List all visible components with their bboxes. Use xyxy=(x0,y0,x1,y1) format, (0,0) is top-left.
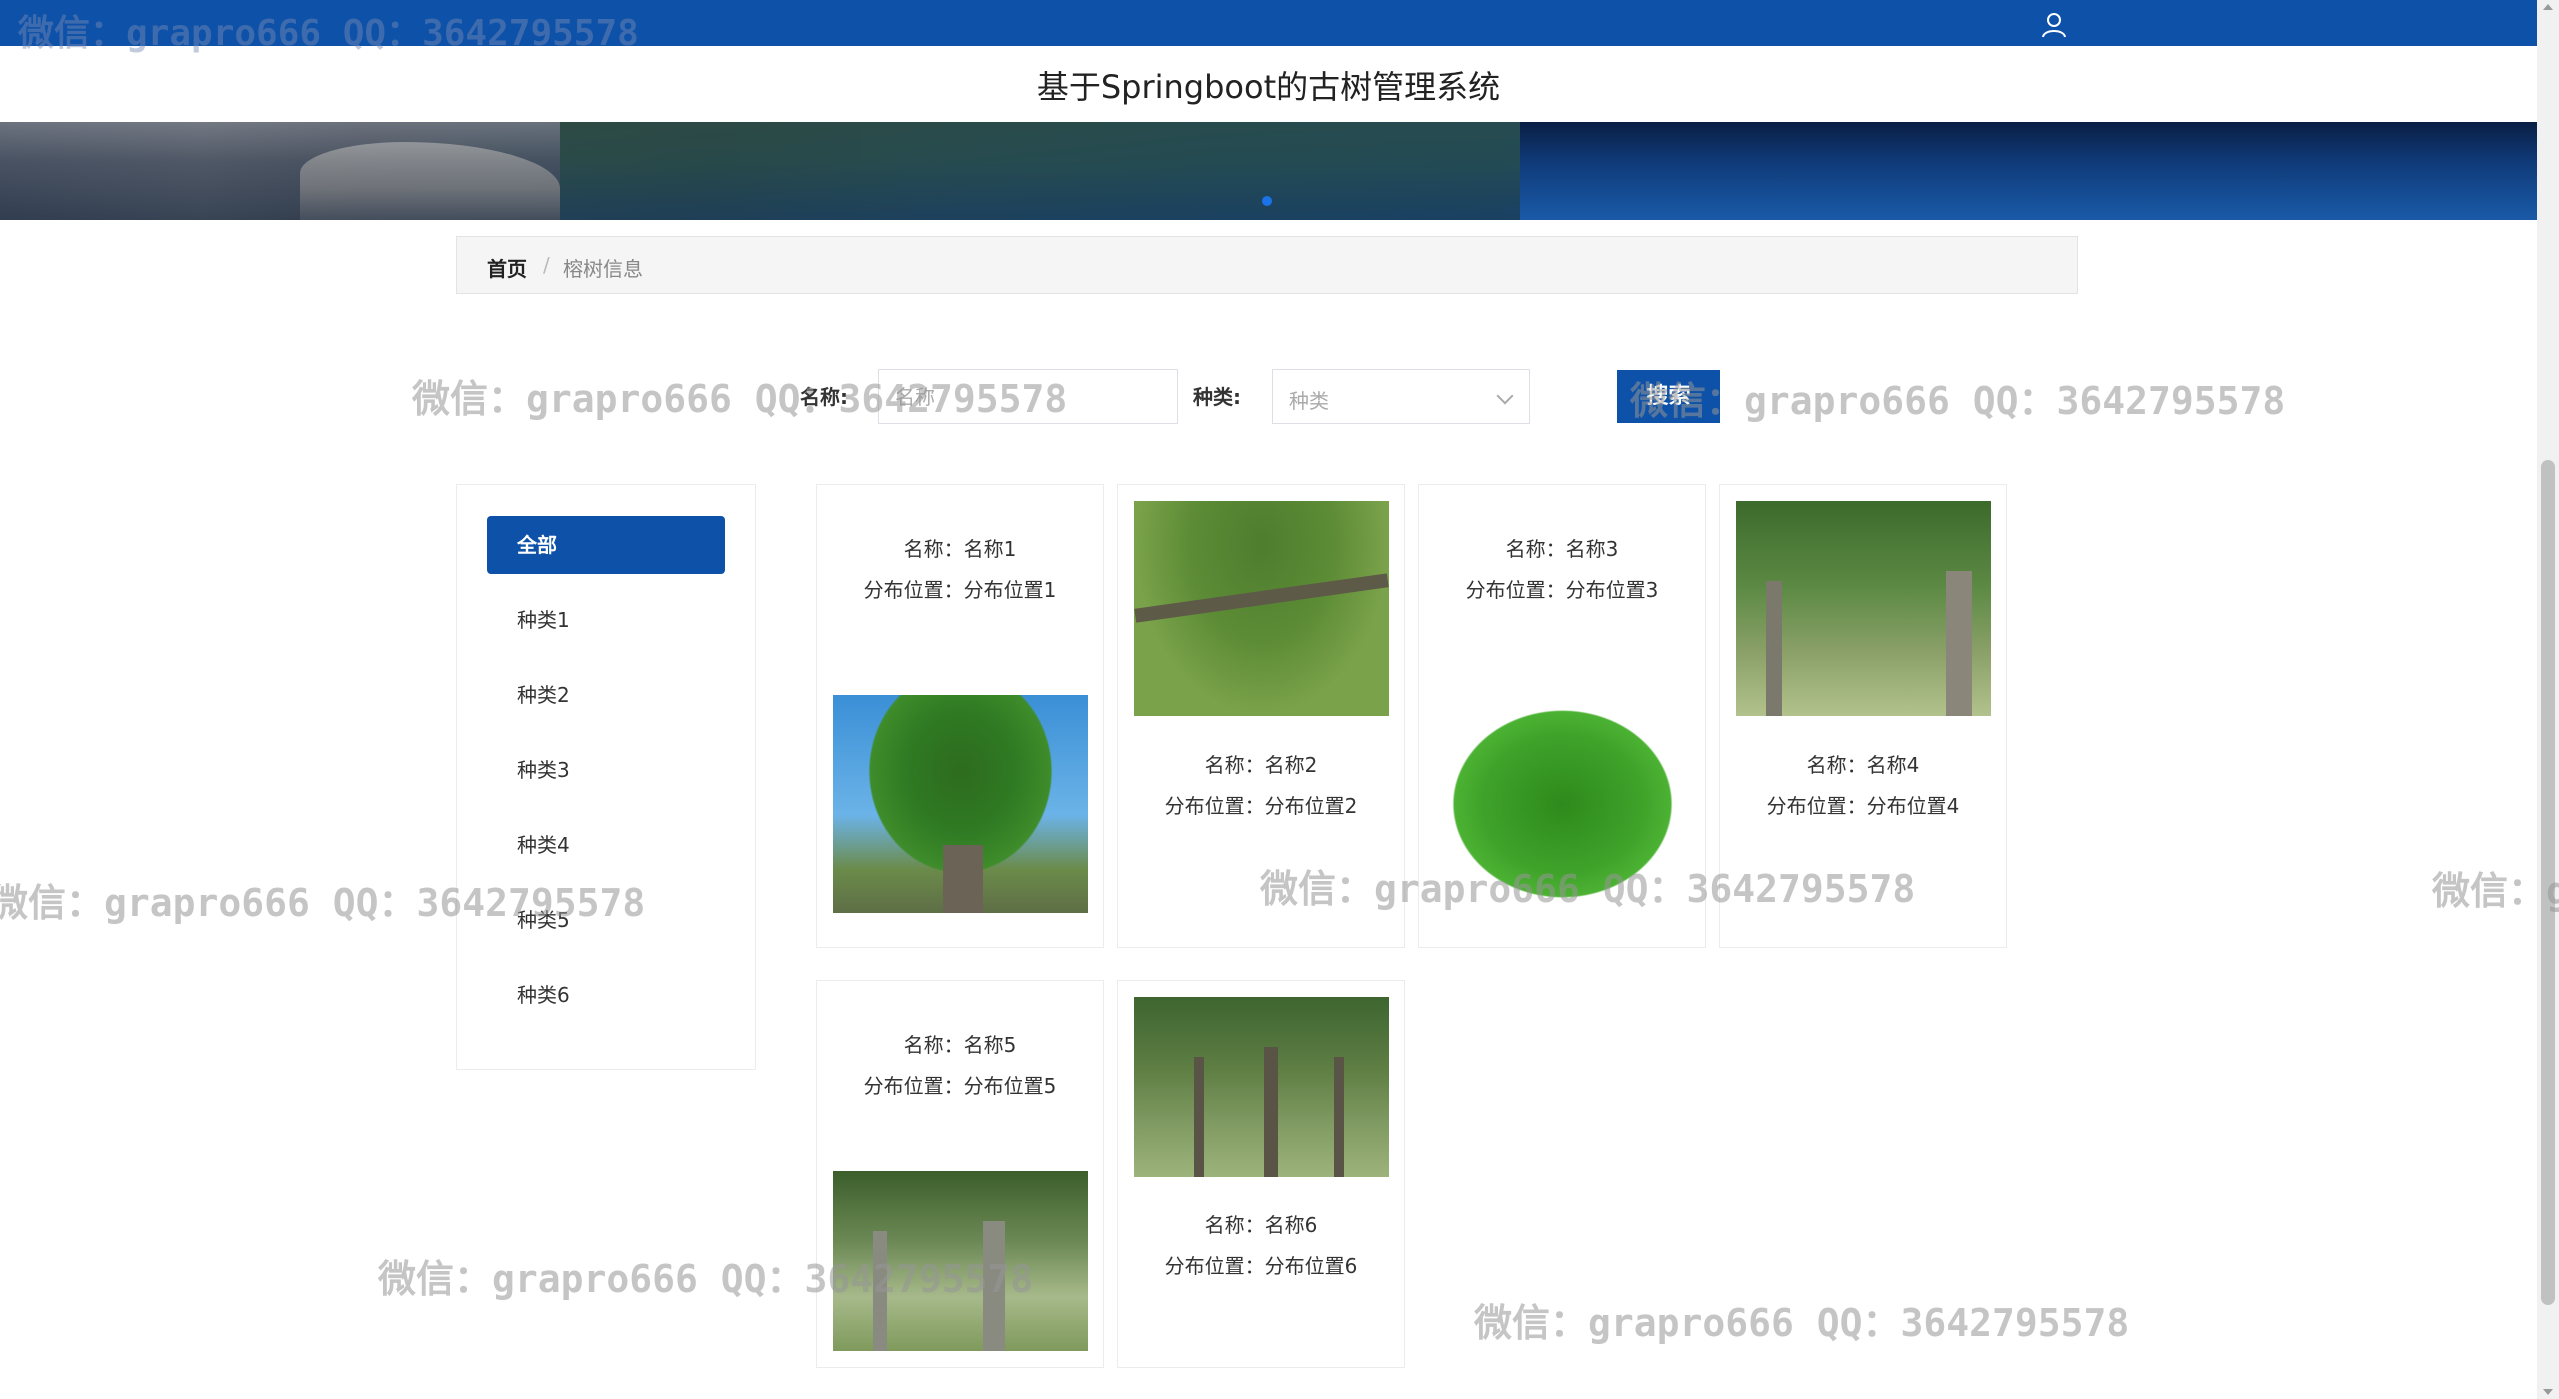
card-location: 分布位置：分布位置5 xyxy=(863,1074,1057,1098)
tree-card-1[interactable]: 名称：名称1 分布位置：分布位置1 xyxy=(816,484,1104,948)
watermark: 微信：grapro666 QQ：3642795578 xyxy=(2432,869,2559,913)
card-name: 名称：名称1 xyxy=(903,537,1017,561)
user-icon[interactable] xyxy=(2040,12,2068,38)
card-location: 分布位置：分布位置2 xyxy=(1164,794,1358,818)
banner-image-lake xyxy=(1520,122,2537,220)
breadcrumb-current: 榕树信息 xyxy=(563,257,643,281)
chevron-down-icon xyxy=(1496,387,1514,405)
breadcrumb: 首页 / 榕树信息 xyxy=(456,236,2078,294)
card-name: 名称：名称5 xyxy=(903,1033,1017,1057)
tree-image[interactable] xyxy=(833,695,1088,913)
title-bar: 基于Springboot的古树管理系统 xyxy=(0,46,2537,122)
scroll-down-arrow-icon[interactable] xyxy=(2543,1389,2553,1395)
tree-image[interactable] xyxy=(1736,501,1991,716)
card-name: 名称：名称3 xyxy=(1505,537,1619,561)
watermark: 微信：grapro666 QQ：3642795578 xyxy=(1630,379,2286,423)
page-scrollbar[interactable] xyxy=(2537,0,2559,1399)
card-name: 名称：名称6 xyxy=(1204,1213,1318,1237)
sidebar-item-type4[interactable]: 种类4 xyxy=(487,816,725,874)
sidebar-item-all[interactable]: 全部 xyxy=(487,516,725,574)
scroll-up-arrow-icon[interactable] xyxy=(2543,4,2553,10)
sidebar-item-type1[interactable]: 种类1 xyxy=(487,591,725,649)
card-location: 分布位置：分布位置6 xyxy=(1164,1254,1358,1278)
type-select[interactable]: 种类 xyxy=(1272,369,1530,424)
watermark: 微信：grapro666 QQ：3642795578 xyxy=(1474,1301,2130,1345)
tree-image[interactable] xyxy=(1134,501,1389,716)
type-select-placeholder: 种类 xyxy=(1289,389,1329,413)
type-label: 种类: xyxy=(1193,385,1241,409)
sidebar-item-type3[interactable]: 种类3 xyxy=(487,741,725,799)
watermark: 微信：grapro666 QQ：3642795578 xyxy=(412,377,1068,421)
sidebar-item-type6[interactable]: 种类6 xyxy=(487,966,725,1024)
card-location: 分布位置：分布位置1 xyxy=(863,578,1057,602)
breadcrumb-home[interactable]: 首页 xyxy=(487,253,527,282)
card-location: 分布位置：分布位置4 xyxy=(1766,794,1960,818)
card-location: 分布位置：分布位置3 xyxy=(1465,578,1659,602)
site-title: 基于Springboot的古树管理系统 xyxy=(1036,68,1501,106)
tree-card-5[interactable]: 名称：名称5 分布位置：分布位置5 xyxy=(816,980,1104,1368)
carousel-indicator[interactable] xyxy=(1262,196,1272,206)
sidebar-item-type2[interactable]: 种类2 xyxy=(487,666,725,724)
breadcrumb-separator: / xyxy=(543,253,550,277)
watermark: 微信：grapro666 QQ：3642795578 xyxy=(18,13,639,54)
tree-image[interactable] xyxy=(1134,997,1389,1177)
card-name: 名称：名称4 xyxy=(1806,753,1920,777)
banner-carousel[interactable] xyxy=(0,122,2537,220)
banner-image-trees xyxy=(560,122,1520,220)
watermark: 微信：grapro666 QQ：3642795578 xyxy=(0,881,646,925)
watermark: 微信：grapro666 QQ：3642795578 xyxy=(1260,867,1916,911)
category-sidebar: 全部 种类1 种类2 种类3 种类4 种类5 种类6 xyxy=(456,484,756,1070)
watermark: 微信：grapro666 QQ：3642795578 xyxy=(378,1257,1034,1301)
tree-card-6[interactable]: 名称：名称6 分布位置：分布位置6 xyxy=(1117,980,1405,1368)
card-name: 名称：名称2 xyxy=(1204,753,1318,777)
